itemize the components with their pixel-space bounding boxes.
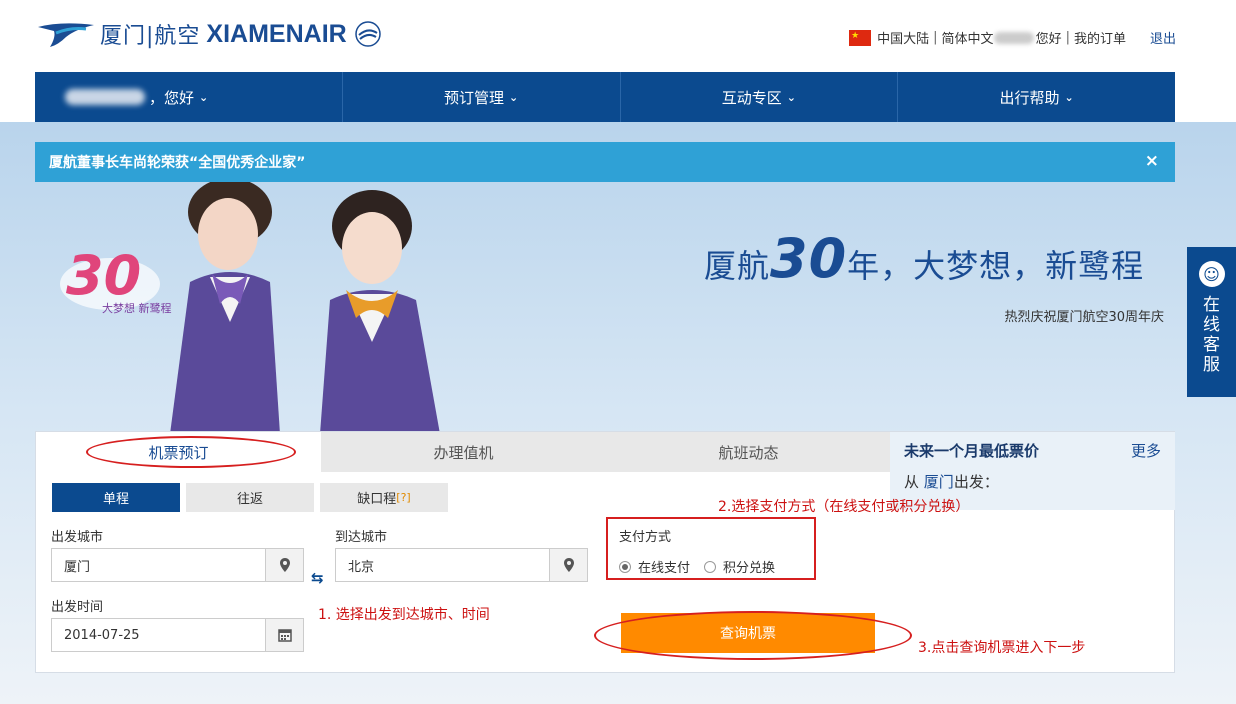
main-nav: ，您好 ⌄ 预订管理 ⌄ 互动专区 ⌄ 出行帮助 ⌄: [35, 72, 1175, 122]
top-right-links: 中国大陆 | 简体中文 您好 | 我的订单 退出: [849, 28, 1176, 47]
online-service-tab[interactable]: ☺ 在线客服: [1187, 247, 1236, 397]
redacted-username: [65, 89, 145, 105]
annotation-rect-payment: [606, 517, 816, 580]
banner-subtitle: 热烈庆祝厦门航空30周年庆: [1004, 310, 1164, 325]
redacted-username: [993, 31, 1034, 44]
open-jaw-button[interactable]: 缺口程 [?]: [320, 483, 448, 512]
lowest-fare-from: 从 厦门出发：: [904, 471, 1161, 492]
from-city-link[interactable]: 厦门: [924, 473, 954, 491]
depart-date-value: 2014-07-25: [64, 627, 140, 643]
nav-item-label: 互动专区: [721, 88, 782, 107]
nav-item-label: 预订管理: [444, 88, 505, 107]
depart-city-value: 厦门: [64, 559, 91, 575]
headset-icon: ☺: [1198, 261, 1225, 287]
location-pin-icon[interactable]: [549, 549, 587, 581]
depart-city-label: 出发城市: [51, 530, 104, 545]
depart-date-field[interactable]: 2014-07-25: [51, 618, 304, 652]
online-service-label: 在线客服: [1203, 295, 1220, 375]
flight-attendants-image: [170, 182, 440, 434]
nav-item-booking-management[interactable]: 预订管理 ⌄: [343, 72, 621, 122]
one-way-button[interactable]: 单程: [52, 483, 180, 512]
chevron-down-icon: ⌄: [509, 90, 519, 104]
arrive-city-value: 北京: [348, 559, 375, 575]
nav-item-label: ，您好: [149, 88, 195, 107]
depart-city-field[interactable]: 厦门: [51, 548, 304, 582]
logo-english-text: XIAMENAIR: [206, 19, 347, 48]
annotation-ellipse-search: [594, 611, 912, 660]
annotation-step-2: 2.选择支付方式（在线支付或积分兑换）: [718, 499, 970, 515]
nav-item-label: 出行帮助: [999, 88, 1060, 107]
more-link[interactable]: 更多: [1131, 440, 1161, 461]
lowest-fare-title: 未来一个月最低票价: [904, 442, 1040, 460]
slogan-suffix: 年，大梦想，新鹭程: [847, 247, 1145, 285]
nav-item-travel-help[interactable]: 出行帮助 ⌄: [898, 72, 1175, 122]
round-trip-button[interactable]: 往返: [186, 483, 314, 512]
open-jaw-label: 缺口程: [357, 492, 397, 507]
help-icon[interactable]: [?]: [396, 491, 410, 504]
banner-slogan: 厦航30年，大梦想，新鹭程: [704, 227, 1144, 290]
arrive-city-field[interactable]: 北京: [335, 548, 588, 582]
trip-type-selector: 单程 往返 缺口程 [?]: [52, 483, 454, 512]
depart-date-label: 出发时间: [51, 600, 104, 615]
badge-number: 30: [66, 244, 141, 307]
annotation-ellipse-booking-tab: [86, 436, 296, 468]
skyteam-icon: [354, 21, 381, 47]
from-suffix: 出发：: [953, 473, 999, 491]
logout-link[interactable]: 退出: [1150, 28, 1176, 47]
china-flag-icon: [849, 29, 872, 46]
notice-text[interactable]: 厦航董事长车尚轮荣获“全国优秀企业家”: [49, 152, 305, 172]
tab-flight-status[interactable]: 航班动态: [606, 432, 891, 472]
swap-cities-icon[interactable]: ⇆: [311, 569, 324, 587]
tab-check-in[interactable]: 办理值机: [321, 432, 606, 472]
slogan-prefix: 厦航: [704, 247, 771, 285]
region-link[interactable]: 中国大陆: [877, 28, 929, 47]
chevron-down-icon: ⌄: [199, 90, 209, 104]
calendar-icon[interactable]: [265, 619, 303, 651]
chevron-down-icon: ⌄: [1064, 90, 1074, 104]
language-link[interactable]: 简体中文: [942, 28, 994, 47]
top-bar: 厦门|航空 XIAMENAIR 中国大陆 | 简体中文 您好 | 我的订单 退出: [0, 0, 1236, 72]
egret-logo-icon: [38, 23, 94, 47]
xiamenair-logo[interactable]: 厦门|航空 XIAMENAIR: [36, 18, 383, 50]
arrive-city-label: 到达城市: [335, 530, 388, 545]
chevron-down-icon: ⌄: [786, 90, 796, 104]
close-icon[interactable]: ×: [1145, 151, 1159, 171]
location-pin-icon[interactable]: [265, 549, 303, 581]
my-orders-link[interactable]: 我的订单: [1074, 28, 1126, 47]
from-prefix: 从: [904, 473, 920, 491]
notice-bar[interactable]: 厦航董事长车尚轮荣获“全国优秀企业家” ×: [35, 142, 1175, 182]
greeting-text: 您好: [1035, 32, 1062, 47]
nav-item-user[interactable]: ，您好 ⌄: [35, 72, 343, 122]
annotation-step-1: 1. 选择出发到达城市、时间: [318, 607, 490, 623]
nav-item-interactive[interactable]: 互动专区 ⌄: [621, 72, 899, 122]
slogan-number: 30: [770, 227, 848, 290]
annotation-step-3: 3.点击查询机票进入下一步: [918, 640, 1086, 656]
logo-chinese-text: 厦门|航空: [100, 24, 201, 49]
